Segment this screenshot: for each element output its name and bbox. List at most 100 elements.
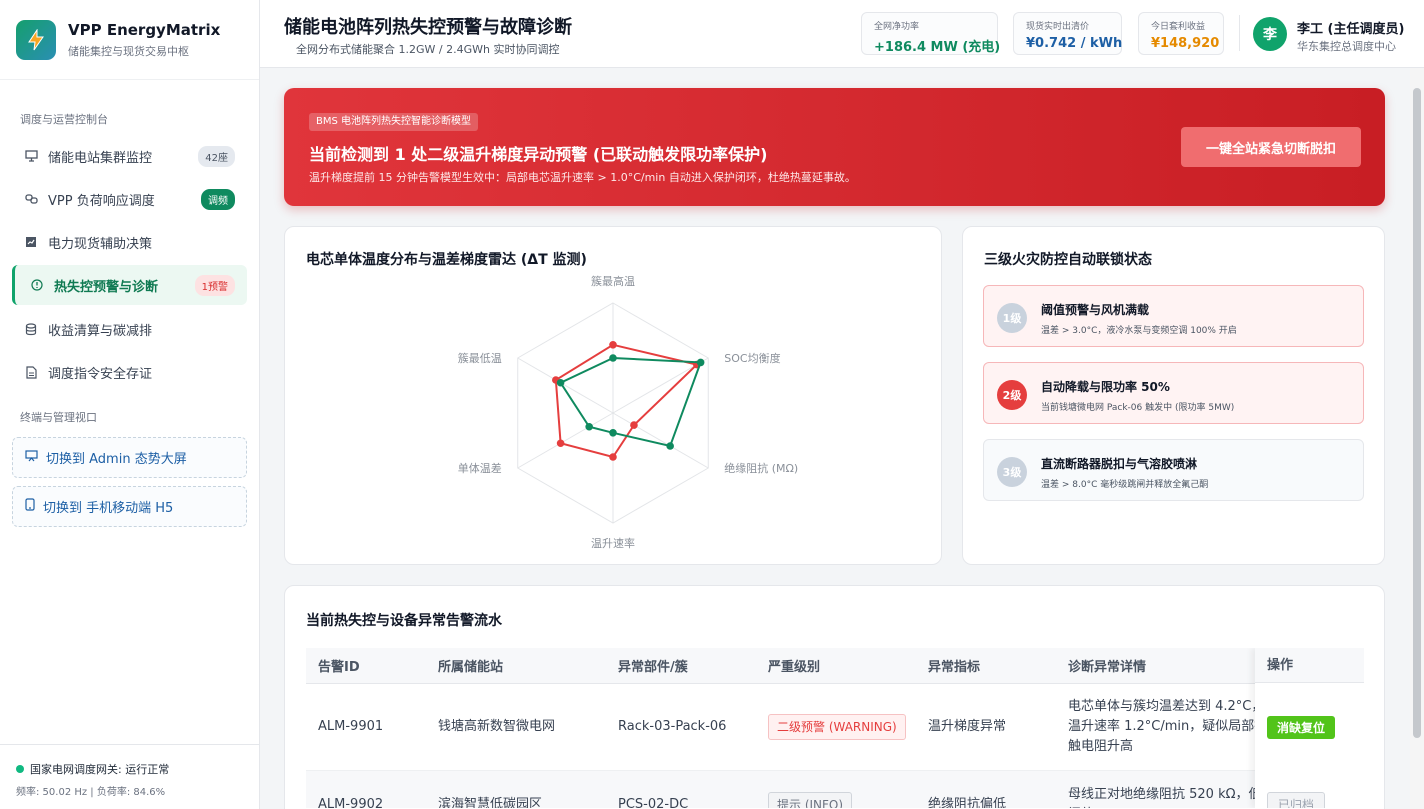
- sidebar-item-label: 收益清算与碳减排: [48, 323, 153, 339]
- archived-button[interactable]: 已归档: [1267, 792, 1326, 808]
- kpi-label: 现货实时出清价: [1026, 22, 1090, 32]
- column-header[interactable]: 异常部件/簇: [606, 648, 756, 684]
- radar-data-point: [609, 341, 617, 349]
- column-header[interactable]: 异常指标: [916, 648, 1056, 684]
- radar-data-point: [696, 358, 705, 367]
- sidebar-item-label: 热失控预警与诊断: [54, 279, 159, 295]
- page-subtitle: 全网分布式储能聚合 1.2GW / 2.4GWh 实时协同调控: [296, 43, 560, 56]
- mode-badge: 调频: [201, 188, 235, 210]
- sidebar-item-vpp-dispatch[interactable]: VPP 负荷响应调度 调频: [12, 179, 247, 219]
- table-row[interactable]: ALM-9901 钱塘高新数智微电网 Rack-03-Pack-06 二级预警 …: [306, 683, 1364, 771]
- temperature-radar-chart: 簇最高温 SOC均衡度绝缘阻抗 (MΩ) 温升速率 单体温差 簇最低温: [458, 274, 799, 550]
- kpi-label: 今日套利收益: [1151, 22, 1206, 32]
- switch-mobile-h5-button[interactable]: 切换到 手机移动端 H5: [12, 486, 247, 527]
- column-header: 操作: [1255, 648, 1364, 683]
- app-logo: [16, 19, 56, 60]
- radar-axis-label: 簇最高温: [591, 274, 635, 288]
- cell-station: 滨海智慧低碳园区: [426, 770, 606, 808]
- alarm-table: 告警ID 所属储能站 异常部件/簇 严重级别 异常指标 诊断异常详情 ALM-9…: [306, 648, 1364, 808]
- radar-data-point: [585, 422, 593, 431]
- chart-icon: [24, 235, 38, 249]
- column-header[interactable]: 告警ID: [306, 648, 426, 684]
- page-title: 储能电池阵列热失控预警与故障诊断: [284, 17, 572, 38]
- level-title: 直流断路器脱扣与气溶胶喷淋: [1041, 457, 1198, 471]
- alarm-log-card: 当前热失控与设备异常告警流水 告警ID 所属储能站 异常部件/簇 严重级别 异常…: [284, 585, 1385, 809]
- lightning-icon: [28, 28, 44, 50]
- cell-detail: 电芯单体与簇均温差达到 4.2°C，温升速率 1.2°C/min，疑似局部接触电…: [1056, 683, 1276, 771]
- cell-severity: 二级预警 (WARNING): [756, 683, 916, 771]
- divider: [1239, 15, 1240, 51]
- radar-card: 电芯单体温度分布与温差梯度雷达 (ΔT 监测) 簇最高温 SOC均衡度 绝缘阻抗 (…: [284, 226, 942, 565]
- cell-alarm-id: ALM-9901: [306, 683, 426, 771]
- scrollbar-thumb[interactable]: [1413, 88, 1421, 738]
- sidebar-item-instruction-evidence[interactable]: 调度指令安全存证: [12, 352, 247, 392]
- radar-axis-label: 温升速率: [591, 536, 635, 550]
- avatar[interactable]: 李: [1253, 17, 1287, 51]
- sidebar-item-station-monitor[interactable]: 储能电站集群监控 42座: [12, 136, 247, 176]
- level-title: 自动降载与限功率 50%: [1041, 380, 1170, 394]
- fire-card-title: 三级火灾防控自动联锁状态: [984, 252, 1152, 268]
- switch-admin-screen-button[interactable]: 切换到 Admin 态势大屏: [12, 437, 247, 478]
- kpi-net-power: 全网净功率 +186.4 MW (充电): [861, 12, 1000, 55]
- status-dot-icon: [16, 765, 24, 773]
- switch-label: 切换到 Admin 态势大屏: [46, 452, 187, 467]
- radar-axis-label: 绝缘阻抗 (MΩ): [724, 461, 798, 475]
- radar-axis-label: 单体温差: [458, 461, 502, 475]
- user-org: 华东集控总调度中心: [1297, 40, 1396, 53]
- level-badge: 3级: [997, 457, 1027, 487]
- kpi-value: ¥0.742 / kWh: [1026, 36, 1123, 51]
- level-title: 阈值预警与风机满载: [1041, 303, 1150, 317]
- level-desc: 温差 > 8.0°C 毫秒级跳闸并释放全氟己酮: [1041, 480, 1209, 490]
- level-badge: 1级: [997, 303, 1027, 333]
- screen-icon: [25, 449, 38, 466]
- fire-level-2: 2级 自动降载与限功率 50% 当前钱塘微电网 Pack-06 触发中 (限功率…: [983, 362, 1364, 424]
- kpi-spot-price: 现货实时出清价 ¥0.742 / kWh: [1013, 12, 1122, 55]
- sidebar-item-label: 储能电站集群监控: [48, 150, 153, 166]
- radar-axis-label: SOC均衡度: [724, 351, 780, 365]
- document-icon: [24, 365, 38, 379]
- cell-severity: 提示 (INFO): [756, 770, 916, 808]
- emergency-trip-button[interactable]: 一键全站紧急切断脱扣: [1181, 127, 1361, 167]
- sidebar-item-label: 调度指令安全存证: [48, 366, 153, 382]
- kpi-value: ¥148,920: [1151, 36, 1220, 51]
- sidebar-item-revenue-carbon[interactable]: 收益清算与碳减排: [12, 309, 247, 349]
- radar-data-point: [630, 421, 638, 429]
- cell-metric: 温升梯度异常: [916, 683, 1056, 771]
- radar-data-point: [666, 442, 674, 450]
- severity-badge: 提示 (INFO): [768, 792, 853, 808]
- database-icon: [24, 322, 38, 336]
- radar-data-point: [556, 378, 565, 387]
- table-row[interactable]: ALM-9902 滨海智慧低碳园区 PCS-02-DC 提示 (INFO) 绝缘…: [306, 770, 1364, 808]
- sidebar-item-label: 电力现货辅助决策: [48, 236, 153, 252]
- thermal-alert-banner: BMS 电池阵列热失控智能诊断模型 当前检测到 1 处二级温升梯度异动预警 (已…: [284, 88, 1385, 206]
- gateway-status: 国家电网调度网关: 运行正常 频率: 50.02 Hz | 负荷率: 84.6%: [0, 744, 260, 809]
- column-header[interactable]: 严重级别: [756, 648, 916, 684]
- switch-label: 切换到 手机移动端 H5: [43, 501, 174, 516]
- brand: VPP EnergyMatrix 储能集控与现货交易中枢: [0, 0, 259, 80]
- clear-reset-button[interactable]: 消缺复位: [1267, 716, 1336, 739]
- page-scrollbar[interactable]: [1410, 68, 1424, 809]
- sidebar-item-thermal-runaway[interactable]: 热失控预警与诊断 1预警: [12, 265, 247, 305]
- column-header[interactable]: 诊断异常详情: [1056, 648, 1276, 684]
- cell-detail: 母线正对地绝缘阻抗 520 kΩ，低于阈值 800 kΩ: [1056, 770, 1276, 808]
- level-desc: 温差 > 3.0°C，液冷水泵与变频空调 100% 开启: [1041, 326, 1237, 336]
- cell-metric: 绝缘阻抗偏低: [916, 770, 1056, 808]
- alert-model-tag: BMS 电池阵列热失控智能诊断模型: [309, 113, 479, 131]
- radar-data-point: [609, 429, 617, 437]
- radar-data-point: [609, 354, 617, 362]
- cell-part: PCS-02-DC: [606, 770, 756, 808]
- alert-title: 当前检测到 1 处二级温升梯度异动预警 (已联动触发限功率保护): [309, 145, 768, 164]
- operations-column: 操作 消缺复位 已归档: [1255, 648, 1364, 808]
- kpi-arbitrage-revenue: 今日套利收益 ¥148,920: [1138, 12, 1224, 55]
- alert-description: 温升梯度提前 15 分钟告警模型生效中：局部电芯温升速率 > 1.0°C/min…: [309, 171, 856, 184]
- user-name: 李工 (主任调度员): [1297, 22, 1405, 37]
- phone-icon: [25, 498, 35, 515]
- column-header[interactable]: 所属储能站: [426, 648, 606, 684]
- gateway-status-text: 国家电网调度网关: 运行正常: [30, 763, 170, 776]
- sidebar-item-spot-decision[interactable]: 电力现货辅助决策: [12, 222, 247, 262]
- nav-section-title: 调度与运营控制台: [20, 113, 108, 126]
- radar-axis-label: 簇最低温: [458, 351, 502, 365]
- cell-part: Rack-03-Pack-06: [606, 683, 756, 771]
- alert-badge: 1预警: [194, 274, 235, 296]
- alert-circle-icon: [30, 278, 44, 292]
